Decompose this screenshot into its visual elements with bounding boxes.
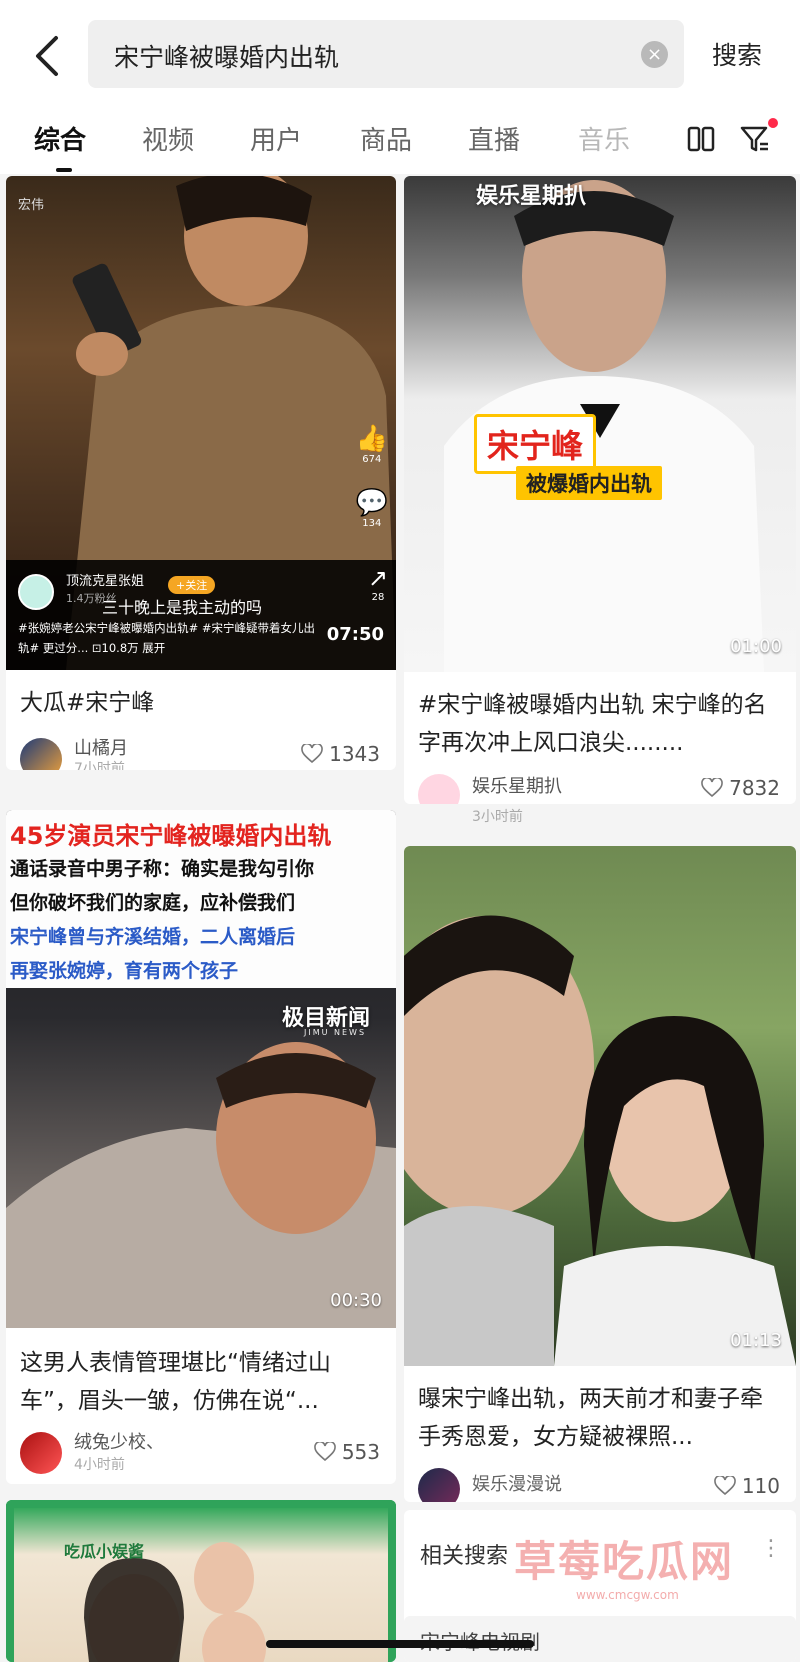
headline-line-5: 再娶张婉婷，育有两个孩子 bbox=[10, 960, 239, 982]
author-avatar[interactable] bbox=[418, 1468, 460, 1502]
author-name[interactable]: 绒兔少校、 bbox=[74, 1428, 164, 1454]
news-text-panel: 45岁演员宋宁峰被曝婚内出轨 通话录音中男子称：确实是我勾引你 但你破坏我们的家… bbox=[6, 810, 396, 988]
top-bar: 宋宁峰被曝婚内出轨 × 搜索 bbox=[0, 0, 800, 112]
news-logo-sub: JIMU NEWS bbox=[304, 1028, 367, 1037]
filter-icon[interactable] bbox=[738, 122, 772, 156]
tab-music[interactable]: 音乐 bbox=[578, 120, 630, 157]
clear-icon[interactable]: × bbox=[641, 41, 668, 68]
video-subtitle: 三十晚上是我主动的吗 bbox=[102, 598, 263, 617]
heart-icon bbox=[314, 1442, 336, 1462]
comment-action[interactable]: 💬 134 bbox=[356, 488, 388, 529]
back-arrow-icon[interactable] bbox=[30, 32, 70, 80]
heart-icon bbox=[301, 744, 323, 764]
result-card[interactable]: 45岁演员宋宁峰被曝婚内出轨 通话录音中男子称：确实是我勾引你 但你破坏我们的家… bbox=[6, 810, 396, 1484]
tab-goods[interactable]: 商品 bbox=[360, 120, 412, 157]
video-time: 07:50 bbox=[326, 624, 384, 645]
author-avatar[interactable] bbox=[418, 774, 460, 804]
comment-icon: 💬 bbox=[355, 488, 388, 518]
related-search-title: 相关搜索 bbox=[420, 1544, 509, 1569]
like-count: 674 bbox=[362, 454, 382, 465]
like-counter[interactable]: 553 bbox=[314, 1440, 380, 1464]
like-count: 553 bbox=[341, 1440, 380, 1464]
headline-line-4: 宋宁峰曾与齐溪结婚，二人离婚后 bbox=[10, 926, 296, 948]
author-avatar[interactable] bbox=[20, 1432, 62, 1474]
thumbnail-figure bbox=[404, 915, 796, 1366]
layout-toggle-icon[interactable] bbox=[686, 124, 716, 154]
video-thumbnail[interactable]: 宏伟 👍 674 💬 134 ↗ 28 顶流克星张姐 1.4万粉丝 +关注 三十… bbox=[6, 176, 396, 670]
home-indicator[interactable] bbox=[266, 1640, 534, 1648]
video-thumbnail[interactable]: 吃瓜小娱酱 bbox=[6, 1500, 396, 1662]
video-thumbnail[interactable]: 01:13 bbox=[404, 846, 796, 1366]
channel-watermark: 娱乐星期扒 bbox=[476, 184, 587, 209]
result-card[interactable]: 宏伟 👍 674 💬 134 ↗ 28 顶流克星张姐 1.4万粉丝 +关注 三十… bbox=[6, 176, 396, 770]
heart-icon bbox=[701, 778, 723, 798]
search-input[interactable]: 宋宁峰被曝婚内出轨 × bbox=[88, 20, 684, 88]
tab-live[interactable]: 直播 bbox=[468, 120, 520, 157]
post-time: 3小时前 bbox=[472, 809, 523, 825]
like-counter[interactable]: 110 bbox=[714, 1474, 780, 1498]
share-icon: ↗ bbox=[367, 564, 388, 592]
result-card[interactable]: 01:13 曝宋宁峰出轨，两天前才和妻子牵手秀恩爱，女方疑被裸照... 娱乐漫漫… bbox=[404, 846, 796, 1502]
video-thumbnail[interactable]: 娱乐星期扒 宋宁峰 被爆婚内出轨 01:00 bbox=[404, 176, 796, 672]
video-thumbnail[interactable]: 45岁演员宋宁峰被曝婚内出轨 通话录音中男子称：确实是我勾引你 但你破坏我们的家… bbox=[6, 810, 396, 1328]
heart-icon bbox=[714, 1476, 736, 1496]
author-name[interactable]: 山橘月 bbox=[74, 734, 128, 760]
post-time: 7小时前 bbox=[74, 761, 125, 770]
video-info-overlay: ↗ 28 顶流克星张姐 1.4万粉丝 +关注 三十晚上是我主动的吗 #张婉婷老公… bbox=[6, 560, 396, 670]
card-caption: 大瓜#宋宁峰 bbox=[20, 690, 155, 716]
tab-user[interactable]: 用户 bbox=[250, 120, 302, 157]
notification-dot bbox=[768, 118, 778, 128]
author-name[interactable]: 娱乐星期扒 bbox=[472, 772, 562, 798]
like-counter[interactable]: 7832 bbox=[701, 776, 780, 800]
tab-comprehensive[interactable]: 综合 bbox=[34, 120, 86, 157]
post-time: 4小时前 bbox=[74, 1457, 125, 1473]
headline-line-2: 通话录音中男子称：确实是我勾引你 bbox=[10, 858, 315, 880]
active-tab-indicator bbox=[56, 168, 72, 172]
search-button[interactable]: 搜索 bbox=[712, 36, 762, 72]
thumbs-up-icon: 👍 bbox=[355, 424, 388, 454]
video-tags: #张婉婷老公宋宁峰被曝婚内出轨# #宋宁峰疑带着女儿出轨# 更过分... ⊡10… bbox=[18, 621, 316, 655]
tab-video[interactable]: 视频 bbox=[142, 120, 194, 157]
like-counter[interactable]: 1343 bbox=[301, 742, 380, 766]
video-duration: 01:00 bbox=[730, 636, 782, 657]
title-badge-sub: 被爆婚内出轨 bbox=[516, 466, 662, 500]
channel-watermark: 吃瓜小娱酱 bbox=[64, 1542, 145, 1561]
like-action[interactable]: 👍 674 bbox=[356, 424, 388, 465]
thumbnail-figure bbox=[84, 1542, 266, 1662]
follow-button[interactable]: +关注 bbox=[168, 576, 216, 594]
video-duration: 00:30 bbox=[330, 1290, 382, 1311]
uploader-name: 顶流克星张姐 bbox=[66, 574, 145, 589]
thumbnail-figure bbox=[444, 180, 764, 672]
video-duration: 01:13 bbox=[730, 1330, 782, 1351]
card-caption: 曝宋宁峰出轨，两天前才和妻子牵手秀恩爱，女方疑被裸照... bbox=[418, 1386, 763, 1450]
card-caption: #宋宁峰被曝婚内出轨 宋宁峰的名字再次冲上风口浪尖........ bbox=[418, 692, 767, 756]
result-card[interactable]: 娱乐星期扒 宋宁峰 被爆婚内出轨 01:00 #宋宁峰被曝婚内出轨 宋宁峰的名字… bbox=[404, 176, 796, 804]
share-action[interactable]: ↗ 28 bbox=[368, 564, 388, 603]
top-watermark-name: 宏伟 bbox=[18, 198, 45, 213]
site-watermark: 草莓吃瓜网 bbox=[514, 1537, 735, 1586]
related-search-item[interactable]: 宋宁峰电视剧 bbox=[404, 1616, 796, 1662]
more-icon[interactable]: ⋮ bbox=[760, 1536, 782, 1561]
headline-line-3: 但你破坏我们的家庭，应补偿我们 bbox=[10, 892, 296, 914]
share-count: 28 bbox=[371, 592, 385, 603]
uploader-avatar[interactable] bbox=[18, 574, 54, 610]
search-query[interactable]: 宋宁峰被曝婚内出轨 bbox=[114, 38, 339, 74]
like-count: 110 bbox=[741, 1474, 780, 1498]
like-count: 1343 bbox=[329, 742, 380, 766]
author-avatar[interactable] bbox=[20, 738, 62, 770]
title-badge: 宋宁峰 bbox=[474, 414, 597, 474]
card-caption: 这男人表情管理堪比“情绪过山车”，眉头一皱，仿佛在说“... bbox=[20, 1350, 331, 1414]
comment-count: 134 bbox=[362, 518, 382, 529]
thumbnail-figure bbox=[6, 1042, 396, 1328]
author-name[interactable]: 娱乐漫漫说 bbox=[472, 1470, 562, 1496]
result-card[interactable]: 吃瓜小娱酱 bbox=[6, 1500, 396, 1662]
headline-line-1: 45岁演员宋宁峰被曝婚内出轨 bbox=[10, 822, 332, 850]
tab-bar: 综合 视频 用户 商品 直播 音乐 bbox=[0, 112, 800, 174]
like-count: 7832 bbox=[729, 776, 780, 800]
site-watermark-url: www.cmcgw.com bbox=[576, 1588, 679, 1602]
